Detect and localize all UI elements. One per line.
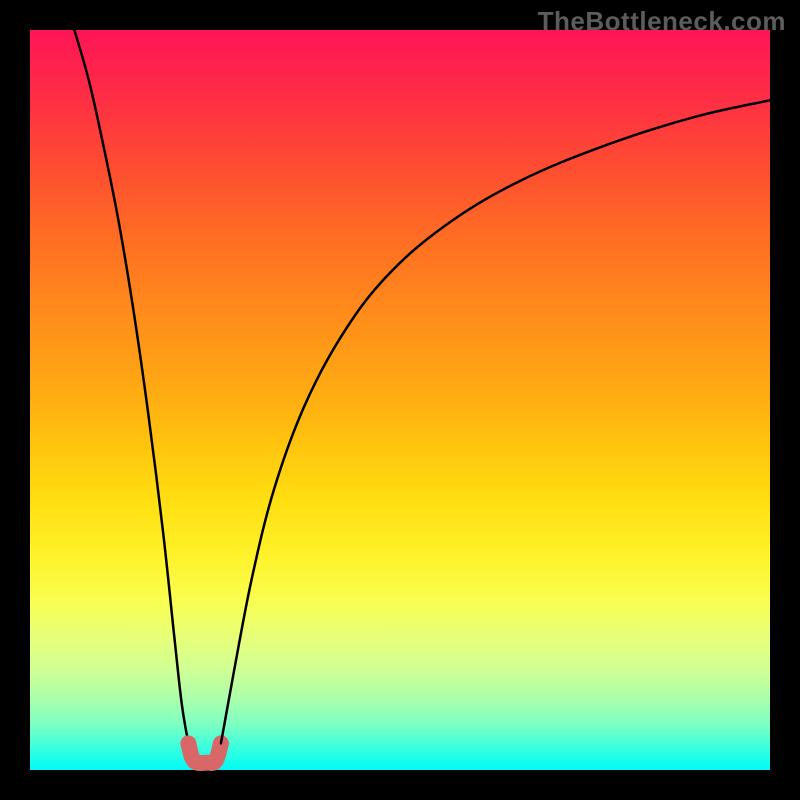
right-branch-line — [221, 100, 770, 743]
plot-area — [30, 30, 770, 770]
curve-svg — [30, 30, 770, 770]
left-branch-line — [74, 30, 188, 743]
valley-marker — [188, 743, 221, 763]
watermark-text: TheBottleneck.com — [538, 6, 786, 37]
chart-container: TheBottleneck.com — [0, 0, 800, 800]
